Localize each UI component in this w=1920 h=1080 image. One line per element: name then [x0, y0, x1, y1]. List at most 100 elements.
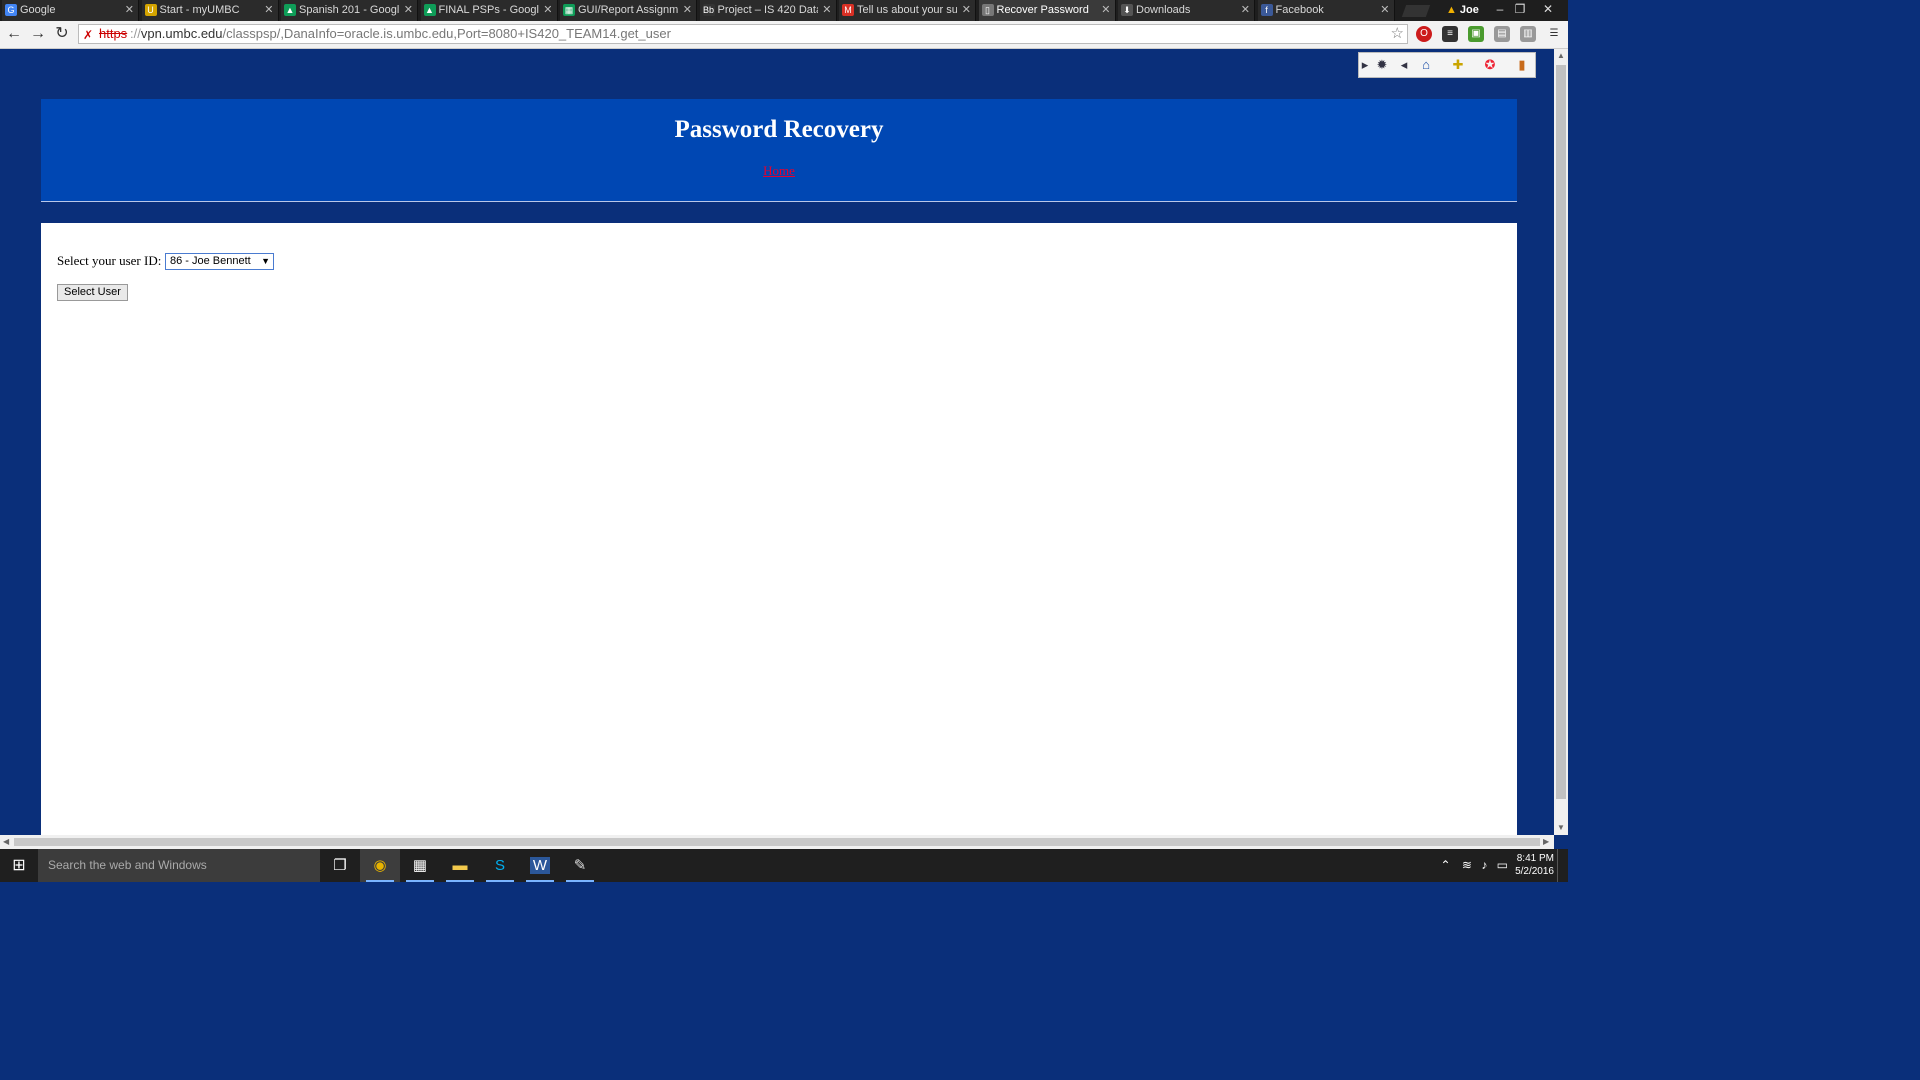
tab-title: GUI/Report Assignme	[578, 4, 678, 16]
expand-icon[interactable]: ▸	[1361, 56, 1369, 74]
task-view-icon[interactable]: ❐	[320, 849, 360, 882]
wifi-icon[interactable]: ≋	[1462, 858, 1472, 872]
show-desktop-button[interactable]	[1557, 849, 1568, 882]
tab-0[interactable]: G Google ✕	[2, 0, 139, 21]
profile-button[interactable]: ▲ Joe	[1446, 0, 1479, 21]
tab-5[interactable]: Bb Project – IS 420 Datal ✕	[699, 0, 837, 21]
clock-time: 8:41 PM	[1516, 853, 1554, 864]
file-explorer-taskbar-icon[interactable]: ▬	[440, 849, 480, 882]
close-tab-icon[interactable]: ✕	[1101, 0, 1110, 21]
tab-8[interactable]: ⬇ Downloads ✕	[1118, 0, 1255, 21]
tab-title: Downloads	[1136, 4, 1191, 16]
close-tab-icon[interactable]: ✕	[962, 0, 971, 21]
tab-title: Start - myUMBC	[159, 4, 240, 16]
tab-6[interactable]: M Tell us about your su ✕	[839, 0, 976, 21]
user-id-select[interactable]: 86 - Joe Bennett ▼	[165, 253, 274, 270]
extension-icon-3[interactable]: ▥	[1520, 26, 1536, 42]
downloads-icon: ⬇	[1121, 4, 1133, 16]
tab-9[interactable]: f Facebook ✕	[1257, 0, 1395, 21]
close-tab-icon[interactable]: ✕	[1241, 0, 1250, 21]
help-icon[interactable]: ✪	[1481, 56, 1499, 74]
close-tab-icon[interactable]: ✕	[543, 0, 552, 21]
word-taskbar-icon[interactable]: W	[520, 849, 560, 882]
logout-icon[interactable]: ▮	[1513, 56, 1531, 74]
scroll-right-icon[interactable]: ▶	[1543, 837, 1549, 846]
horizontal-scroll-thumb[interactable]	[14, 838, 1540, 846]
close-tab-icon[interactable]: ✕	[822, 0, 831, 21]
scroll-left-icon[interactable]: ◀	[3, 837, 9, 846]
insecure-lock-icon[interactable]: ✗	[83, 26, 93, 44]
url-scheme: https	[99, 26, 128, 41]
google-icon: G	[5, 4, 17, 16]
tab-strip: G Google ✕ U Start - myUMBC ✕ ▲ Spanish 201 - G…	[0, 0, 1568, 21]
google-sheets-icon: ▦	[563, 4, 575, 16]
vpn-toolbar: ▸ ✹ ◂ ⌂ ✚ ✪ ▮	[1358, 52, 1536, 78]
skype-taskbar-icon[interactable]: S	[480, 849, 520, 882]
page-header: Password Recovery Home	[41, 99, 1517, 202]
close-tab-icon[interactable]: ✕	[404, 0, 413, 21]
menu-icon[interactable]: ☰	[1546, 26, 1562, 42]
tab-1[interactable]: U Start - myUMBC ✕	[141, 0, 279, 21]
select-user-button[interactable]: Select User	[57, 284, 128, 301]
reload-icon[interactable]: ↻	[52, 24, 72, 44]
tab-3[interactable]: ▲ FINAL PSPs - Google ✕	[420, 0, 558, 21]
calculator-taskbar-icon[interactable]: ▦	[400, 849, 440, 882]
vertical-scrollbar[interactable]: ▲ ▼	[1554, 49, 1568, 835]
evernote-extension-icon[interactable]: ▣	[1468, 26, 1484, 42]
clock-date: 5/2/2016	[1515, 866, 1554, 877]
volume-icon[interactable]: ♪	[1481, 858, 1487, 872]
browser-toolbar: ← → ↻ ✗ https ://vpn.umbc.edu/classpsp/,…	[0, 21, 1568, 49]
paint-taskbar-icon[interactable]: ✎	[560, 849, 600, 882]
collapse-icon[interactable]: ◂	[1395, 56, 1413, 74]
selected-user-value: 86 - Joe Bennett	[170, 255, 251, 267]
new-tab-button[interactable]	[1401, 5, 1431, 17]
close-tab-icon[interactable]: ✕	[125, 0, 134, 21]
user-id-label: Select your user ID:	[57, 253, 162, 268]
scroll-up-icon[interactable]: ▲	[1557, 51, 1565, 60]
scroll-down-icon[interactable]: ▼	[1557, 823, 1565, 832]
tab-title: FINAL PSPs - Google	[438, 4, 539, 16]
tab-title: Recover Password	[996, 4, 1089, 16]
google-drive-icon: ▲	[284, 4, 296, 16]
content-area: Select your user ID: 86 - Joe Bennett ▼ S…	[41, 223, 1517, 835]
taskbar: ⊞ Search the web and Windows ❐ ◉ ▦ ▬ S W…	[0, 849, 1568, 882]
restore-icon[interactable]: ❐	[1510, 0, 1530, 21]
horizontal-scrollbar[interactable]: ◀ ▶	[0, 835, 1554, 849]
home-link[interactable]: Home	[41, 163, 1517, 179]
bookmark-star-icon[interactable]: ☆	[1391, 25, 1404, 43]
close-tab-icon[interactable]: ✕	[683, 0, 692, 21]
back-icon[interactable]: ←	[4, 24, 24, 44]
close-tab-icon[interactable]: ✕	[1380, 0, 1389, 21]
tab-2[interactable]: ▲ Spanish 201 - Google ✕	[281, 0, 418, 21]
opera-extension-icon[interactable]: O	[1416, 26, 1432, 42]
minimize-icon[interactable]: –	[1490, 0, 1510, 21]
tab-title: Project – IS 420 Datal	[717, 4, 818, 16]
windows-start-icon[interactable]: ⊞	[0, 849, 38, 882]
home-icon[interactable]: ⌂	[1417, 56, 1435, 74]
settings-icon[interactable]: ✹	[1373, 56, 1391, 74]
url-rest: ://vpn.umbc.edu/classpsp/,DanaInfo=oracl…	[130, 26, 671, 41]
bookmark-add-icon[interactable]: ✚	[1449, 56, 1467, 74]
taskbar-search[interactable]: Search the web and Windows	[38, 849, 320, 882]
tab-4[interactable]: ▦ GUI/Report Assignme ✕	[560, 0, 697, 21]
blackboard-icon: Bb	[702, 4, 715, 16]
address-bar[interactable]: ✗ https ://vpn.umbc.edu/classpsp/,DanaIn…	[78, 24, 1408, 44]
extension-icon[interactable]: ≡	[1442, 26, 1458, 42]
profile-name: Joe	[1459, 4, 1479, 16]
chrome-taskbar-icon[interactable]: ◉	[360, 849, 400, 882]
tab-title: Google	[20, 4, 56, 16]
tab-7[interactable]: ▯ Recover Password ✕	[978, 0, 1116, 21]
facebook-icon: f	[1260, 4, 1273, 16]
notifications-icon[interactable]: ▭	[1497, 858, 1508, 872]
forward-icon[interactable]: →	[28, 24, 48, 44]
tab-title: Tell us about your su	[857, 4, 957, 16]
show-hidden-icons-icon[interactable]: ⌃	[1441, 858, 1451, 872]
close-window-icon[interactable]: ✕	[1538, 0, 1558, 21]
extension-icon-2[interactable]: ▤	[1494, 26, 1510, 42]
system-tray: ⌃ ≋ ♪ ▭	[1441, 849, 1509, 882]
vertical-scroll-thumb[interactable]	[1556, 65, 1566, 799]
page-title: Password Recovery	[674, 116, 884, 143]
close-tab-icon[interactable]: ✕	[264, 0, 273, 21]
gmail-icon: M	[842, 4, 854, 16]
taskbar-clock[interactable]: 8:41 PM 5/2/2016	[1515, 852, 1554, 878]
